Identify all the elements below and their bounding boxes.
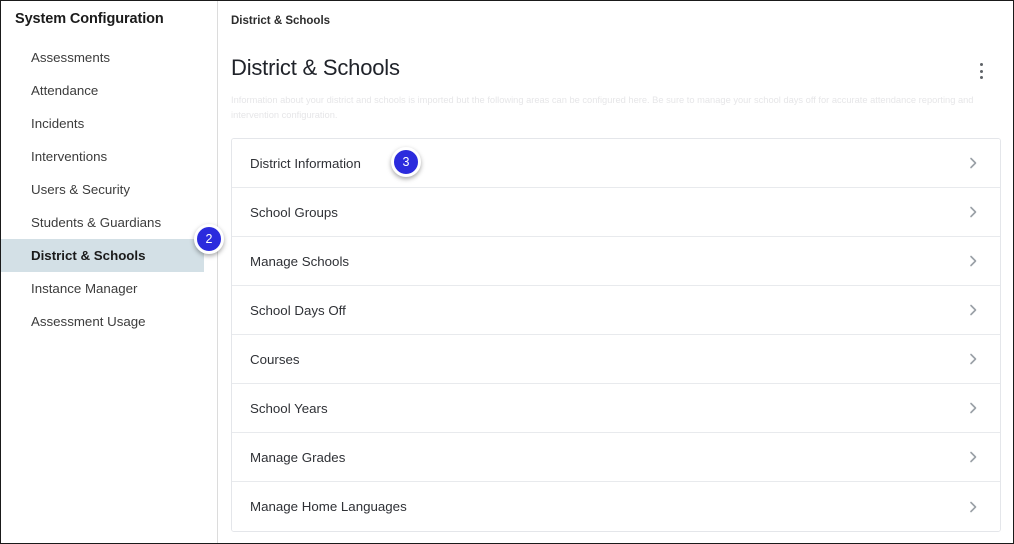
kebab-dot [979,69,983,73]
page-title: District & Schools [231,55,400,80]
kebab-dot [979,76,983,79]
list-item-label: School Days Off [250,302,346,318]
sidebar-item-interventions[interactable]: Interventions [1,140,218,173]
sidebar-item-label: Students & Guardians [31,215,162,230]
chevron-right-icon[interactable] [966,254,980,268]
list-item-district-information[interactable]: District Information [232,139,1000,188]
sidebar-item-label: Users & Security [31,182,131,197]
chevron-right-icon[interactable] [966,156,980,170]
chevron-right-icon[interactable] [966,352,980,366]
kebab-dot [979,63,983,66]
sidebar-item-assessments[interactable]: Assessments [1,41,218,74]
sidebar-item-label: District & Schools [31,248,146,263]
annotation-badge-3: 3 [391,147,421,177]
sidebar-item-students-guardians[interactable]: Students & Guardians [1,206,218,239]
chevron-right-icon[interactable] [966,500,980,514]
list-item-school-groups[interactable]: School Groups [232,188,1000,237]
breadcrumb[interactable]: District & Schools [231,15,330,27]
main-content: District & Schools District & Schools In… [219,1,1013,543]
sidebar-item-label: Attendance [31,83,99,98]
sidebar-item-label: Interventions [31,149,108,164]
list-item-label: Manage Grades [250,449,346,465]
annotation-badge-2: 2 [194,224,224,254]
sidebar-nav-list: Assessments Attendance Incidents Interventi… [1,41,218,338]
sidebar-item-label: Assessments [31,50,111,65]
page-description: Information about your district and scho… [231,95,974,120]
list-item-label: Courses [250,351,300,367]
chevron-right-icon[interactable] [966,303,980,317]
list-item-label: Manage Schools [250,253,350,269]
settings-list-card: District Information School Groups Manage … [231,138,1001,532]
kebab-menu-icon[interactable] [972,61,990,81]
list-item-manage-schools[interactable]: Manage Schools [232,237,1000,286]
list-item-label: Manage Home Languages [250,499,407,514]
chevron-right-icon[interactable] [966,205,980,219]
sidebar: System Configuration Assessments Attendan… [1,1,218,543]
sidebar-item-district-schools[interactable]: District & Schools [1,239,204,272]
list-item-manage-grades[interactable]: Manage Grades [232,433,1000,482]
list-item-school-years[interactable]: School Years [232,384,1000,433]
list-item-label: District Information [250,155,361,171]
list-item-school-days-off[interactable]: School Days Off [232,286,1000,335]
list-item-label: School Years [250,400,328,416]
list-item-courses[interactable]: Courses [232,335,1000,384]
sidebar-item-label: Incidents [31,116,85,131]
list-item-label: School Groups [250,204,338,220]
chevron-right-icon[interactable] [966,401,980,415]
sidebar-item-users-security[interactable]: Users & Security [1,173,218,206]
app-window: System Configuration Assessments Attendan… [0,0,1014,544]
chevron-right-icon[interactable] [966,450,980,464]
list-item-manage-home-languages[interactable]: Manage Home Languages [232,482,1000,531]
sidebar-title: System Configuration [15,11,164,27]
sidebar-item-label: Assessment Usage [31,314,146,329]
sidebar-item-label: Instance Manager [31,281,138,296]
sidebar-item-attendance[interactable]: Attendance [1,74,218,107]
sidebar-item-instance-manager[interactable]: Instance Manager [1,272,218,305]
sidebar-item-assessment-usage[interactable]: Assessment Usage [1,305,218,338]
sidebar-item-incidents[interactable]: Incidents [1,107,218,140]
